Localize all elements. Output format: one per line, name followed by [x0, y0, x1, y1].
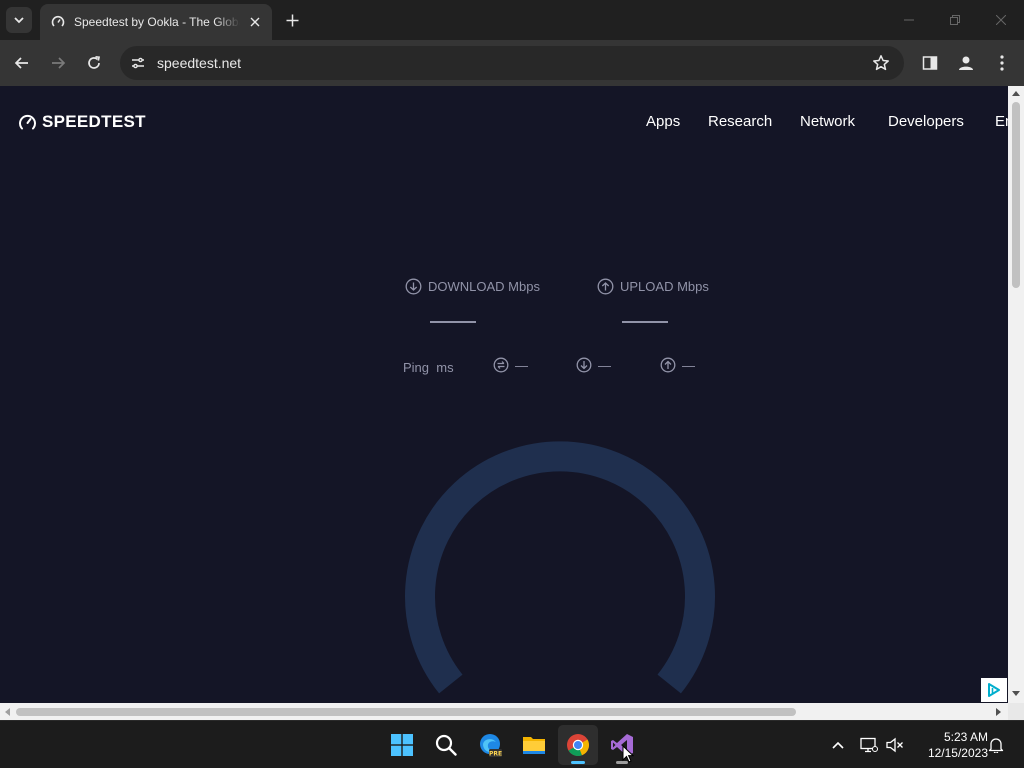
taskbar-chrome[interactable]: [558, 725, 598, 765]
forward-button[interactable]: [46, 51, 70, 75]
chevron-down-icon: [14, 17, 24, 24]
page-viewport: SPEEDTEST Apps Research Network Develope…: [0, 86, 1008, 703]
tab-strip: Speedtest by Ookla - The Global Broadban…: [0, 0, 1024, 40]
upload-value-placeholder: [622, 321, 668, 323]
download-arrow-icon: [405, 278, 422, 295]
nav-language[interactable]: En: [995, 113, 1008, 130]
url-text: speedtest.net: [157, 55, 242, 71]
system-clock[interactable]: 5:23 AM 12/15/2023: [912, 729, 988, 761]
jitter-metric: —: [493, 357, 528, 373]
ping-label: Ping ms: [403, 360, 454, 375]
upload-label: UPLOAD Mbps: [620, 279, 709, 294]
download-value-placeholder: [430, 321, 476, 323]
taskbar-search-button[interactable]: [426, 725, 466, 765]
file-explorer-icon: [523, 737, 545, 754]
horizontal-scrollbar[interactable]: [0, 703, 1008, 720]
tab-speedtest[interactable]: Speedtest by Ookla - The Global Broadban…: [40, 4, 272, 40]
clock-date: 12/15/2023: [927, 746, 988, 760]
horizontal-scroll-thumb[interactable]: [16, 708, 796, 716]
back-button[interactable]: [10, 51, 34, 75]
new-tab-button[interactable]: [282, 10, 302, 30]
plus-icon: [286, 14, 298, 26]
taskbar-edge-preview[interactable]: PRE: [470, 725, 510, 765]
ping-label-text: Ping: [403, 360, 430, 375]
chrome-icon: [567, 734, 590, 757]
tab-title: Speedtest by Ookla - The Global Broadban…: [74, 15, 240, 29]
upload-arrow-small-icon: [660, 357, 676, 373]
arrow-right-icon: [52, 57, 66, 69]
upload-arrow-icon: [597, 278, 614, 295]
adchoices-icon[interactable]: [981, 678, 1007, 702]
scroll-up-arrow-icon[interactable]: [1012, 91, 1020, 96]
profile-icon: [959, 56, 973, 70]
taskbar: PRE 5:23 AM 12/15/2023: [0, 720, 1024, 768]
logo-text: SPEEDTEST: [42, 112, 146, 131]
download-label: DOWNLOAD Mbps: [428, 279, 540, 294]
upload-metric: UPLOAD Mbps: [597, 278, 709, 295]
download-arrow-small-icon: [576, 357, 592, 373]
nav-apps[interactable]: Apps: [646, 113, 680, 130]
tray-overflow-button[interactable]: [828, 735, 848, 755]
download-metric: DOWNLOAD Mbps: [405, 278, 540, 295]
minimize-button[interactable]: [899, 10, 919, 30]
speedtest-logo[interactable]: SPEEDTEST: [18, 112, 146, 132]
profile-button[interactable]: [954, 51, 978, 75]
nav-network[interactable]: Network: [800, 113, 855, 130]
ping-upload-metric: —: [660, 357, 695, 373]
bell-icon: [988, 738, 1004, 753]
ping-download-metric: —: [576, 357, 611, 373]
restore-button[interactable]: [945, 10, 965, 30]
scroll-left-arrow-icon[interactable]: [5, 708, 10, 716]
start-button[interactable]: [382, 725, 422, 765]
taskbar-file-explorer[interactable]: [514, 725, 554, 765]
scroll-right-arrow-icon[interactable]: [996, 708, 1001, 716]
vertical-scroll-thumb[interactable]: [1012, 102, 1020, 288]
ping-download-value: —: [598, 357, 611, 373]
search-icon: [435, 734, 457, 756]
close-tab-icon[interactable]: [246, 13, 264, 31]
nav-developers[interactable]: Developers: [888, 113, 964, 130]
side-panel-button[interactable]: [918, 51, 942, 75]
taskbar-visual-studio[interactable]: [602, 725, 642, 765]
bookmark-star-icon[interactable]: [872, 54, 890, 72]
tray-network-button[interactable]: [859, 735, 879, 755]
notifications-button[interactable]: [986, 735, 1006, 755]
svg-text:PRE: PRE: [489, 750, 502, 757]
speed-gauge[interactable]: [390, 416, 730, 703]
edge-preview-icon: PRE: [480, 734, 502, 757]
nav-research[interactable]: Research: [708, 113, 772, 130]
ping-unit-text: ms: [436, 360, 454, 375]
site-settings-icon[interactable]: [130, 55, 146, 71]
minimize-icon: [904, 19, 914, 21]
chevron-up-icon: [832, 741, 844, 749]
speedtest-favicon-icon: [50, 14, 66, 30]
active-app-indicator: [571, 761, 585, 764]
vertical-scrollbar[interactable]: [1008, 86, 1024, 703]
tray-volume-button[interactable]: [885, 735, 905, 755]
restore-icon: [950, 15, 960, 25]
jitter-value: —: [515, 357, 528, 373]
network-icon: [860, 737, 878, 753]
reload-icon: [88, 55, 101, 69]
kebab-menu-icon: [1000, 55, 1004, 71]
close-window-button[interactable]: [991, 10, 1011, 30]
start-icon: [391, 734, 413, 756]
jitter-icon: [493, 357, 509, 373]
ping-upload-value: —: [682, 357, 695, 373]
close-icon: [996, 15, 1006, 25]
menu-button[interactable]: [990, 51, 1014, 75]
reload-button[interactable]: [82, 51, 106, 75]
scroll-down-arrow-icon[interactable]: [1012, 691, 1020, 696]
side-panel-icon: [922, 56, 938, 70]
browser-toolbar: speedtest.net: [0, 40, 1024, 86]
mouse-cursor-icon: [622, 745, 634, 763]
address-bar[interactable]: speedtest.net: [120, 46, 904, 80]
clock-time: 5:23 AM: [943, 730, 988, 744]
arrow-left-icon: [14, 57, 28, 69]
tab-search-button[interactable]: [6, 7, 32, 33]
volume-muted-icon: [886, 737, 903, 753]
scrollbar-corner: [1008, 703, 1024, 720]
speedometer-icon: [19, 114, 36, 129]
